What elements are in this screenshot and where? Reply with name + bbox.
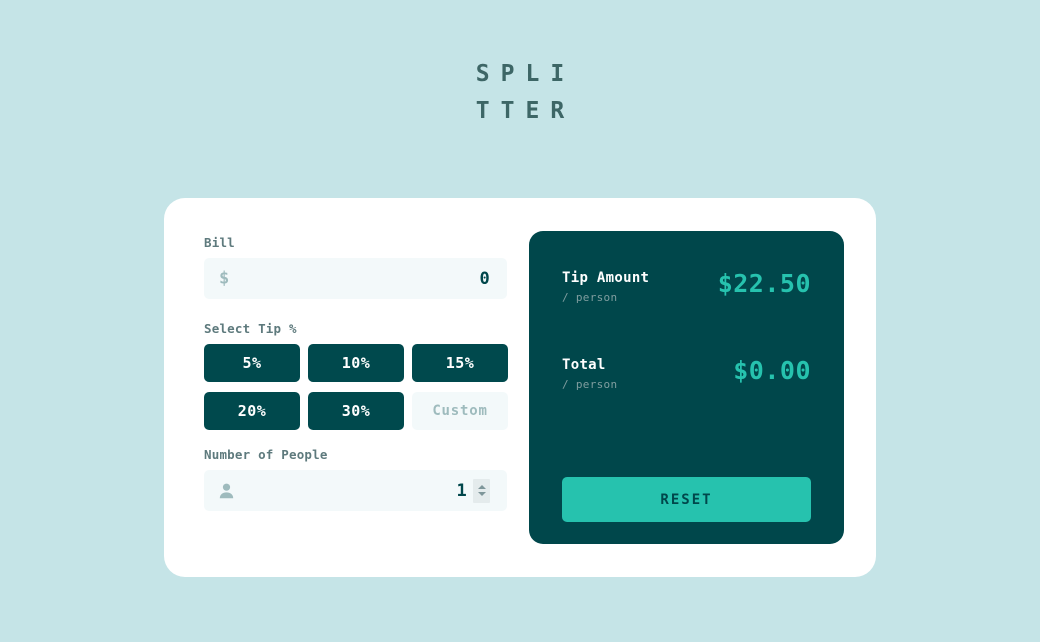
dollar-icon: $ xyxy=(219,268,230,288)
tip-option-20[interactable]: 20% xyxy=(204,392,300,430)
reset-button[interactable]: RESET xyxy=(562,477,811,522)
people-label: Number of People xyxy=(204,447,328,462)
tip-option-30[interactable]: 30% xyxy=(308,392,404,430)
tip-amount-labels: Tip Amount / person xyxy=(562,269,649,304)
logo-line-2: TTER xyxy=(475,98,576,124)
logo-line-1: SPLI xyxy=(475,61,576,87)
tip-label: Select Tip % xyxy=(204,321,297,336)
tip-custom-input[interactable]: Custom xyxy=(412,392,508,430)
tip-amount-label: Tip Amount xyxy=(562,270,650,286)
bill-input[interactable]: $ 0 xyxy=(204,258,507,299)
person-icon xyxy=(219,483,234,499)
total-label: Total xyxy=(562,357,606,373)
people-stepper[interactable] xyxy=(473,478,490,503)
bill-value: 0 xyxy=(479,268,490,289)
total-row: Total / person $0.00 xyxy=(562,356,811,391)
form-column: Bill $ 0 Select Tip % 5% 10% 15% 20% 30%… xyxy=(204,231,508,544)
chevron-up-icon[interactable] xyxy=(477,485,486,489)
tip-option-15[interactable]: 15% xyxy=(412,344,508,382)
total-value: $0.00 xyxy=(733,356,811,385)
people-input[interactable]: 1 xyxy=(204,470,507,511)
app-logo: SPLI TTER xyxy=(0,56,1040,130)
tip-options-grid: 5% 10% 15% 20% 30% Custom xyxy=(204,344,508,430)
tip-option-5[interactable]: 5% xyxy=(204,344,300,382)
calculator-card: Bill $ 0 Select Tip % 5% 10% 15% 20% 30%… xyxy=(164,198,876,577)
bill-label: Bill xyxy=(204,235,235,250)
chevron-down-icon[interactable] xyxy=(477,492,486,496)
tip-amount-value: $22.50 xyxy=(717,269,811,298)
tip-option-10[interactable]: 10% xyxy=(308,344,404,382)
people-value: 1 xyxy=(456,480,467,501)
tip-amount-row: Tip Amount / person $22.50 xyxy=(562,269,811,304)
total-labels: Total / person xyxy=(562,356,617,391)
tip-amount-sublabel: / person xyxy=(562,291,618,304)
total-sublabel: / person xyxy=(562,378,618,391)
results-panel: Tip Amount / person $22.50 Total / perso… xyxy=(529,231,844,544)
